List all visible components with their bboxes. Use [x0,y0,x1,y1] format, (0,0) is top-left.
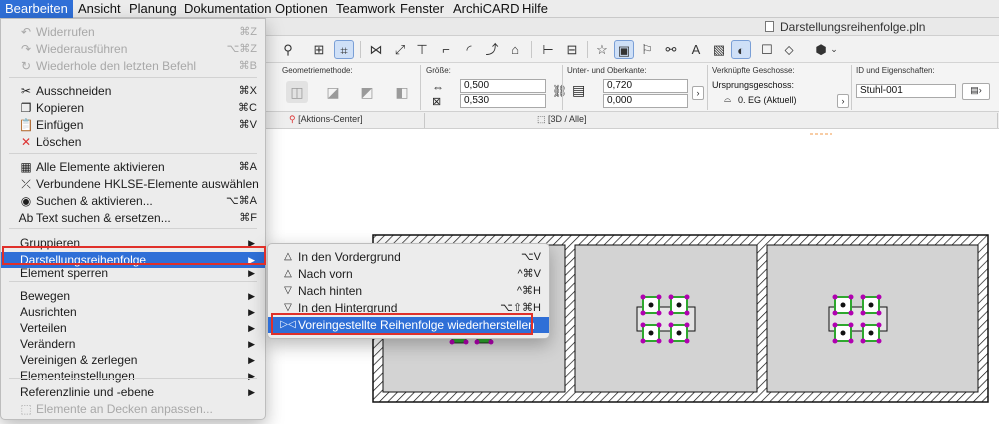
menu-item-einfügen[interactable]: 📋 Einfügen ⌘V [1,117,265,133]
submenu-item-in-den-vordergrund[interactable]: △ In den Vordergrund ⌥V [268,249,549,265]
menu-item-label: Wiederhole den letzten Befehl [36,59,197,73]
menu-item-shortcut: ⌘F [239,212,257,224]
menu-item-label: Referenzlinie und -ebene [20,385,155,399]
menu-item-label: Elementeinstellungen [20,369,135,383]
menu-item-widerrufen[interactable]: ↶ Widerrufen ⌘Z [1,24,265,40]
submenu-arrow-icon: ▶ [248,371,255,381]
submenu-item-shortcut: ^⌘H [516,285,541,297]
submenu-arrow-icon: ▶ [248,355,255,365]
menu-item-label: Kopieren [36,101,85,115]
submenu-item-label: In den Vordergrund [298,250,401,264]
menu-item-label: Löschen [36,135,82,149]
menu-item-label: Suchen & aktivieren... [36,194,153,208]
copy-icon: ❐ [20,101,32,115]
menu-item-label: Bewegen [20,289,71,303]
submenu-arrow-icon: ▶ [248,291,255,301]
menu-item-ausrichten[interactable]: Ausrichten ▶ [1,304,265,320]
menu-item-shortcut: ⌘Z [239,26,257,38]
bring-to-front-icon: △ [284,251,292,262]
menu-item-löschen[interactable]: ✕ Löschen [1,134,265,150]
submenu-arrow-icon: ▶ [248,339,255,349]
find-select-icon: ◉ [20,194,32,208]
submenu-arrow-icon: ▶ [248,307,255,317]
menu-item-label: Verändern [20,337,76,351]
menu-item-label: Einfügen [36,118,84,132]
repeat-icon: ↻ [20,59,32,73]
menu-item-shortcut: ⌘X [238,85,257,97]
edit-menu-dropdown: ↶ Widerrufen ⌘Z ↷ Wiederausführen ⌥⌘Z ↻ Wiederh… [0,18,266,420]
paste-icon: 📋 [18,118,34,132]
annotation-highlight-display-order [2,246,266,265]
menu-item-text-suchen-ersetzen[interactable]: Ab Text suchen & ersetzen... ⌘F [1,210,265,226]
menu-separator [9,153,257,154]
submenu-item-nach-hinten[interactable]: ▽ Nach hinten ^⌘H [268,283,549,299]
submenu-item-nach-vorn[interactable]: △ Nach vorn ^⌘V [268,266,549,282]
undo-icon: ↶ [20,25,32,39]
menu-item-kopieren[interactable]: ❐ Kopieren ⌘C [1,100,265,116]
menu-item-label: Elemente an Decken anpassen... [36,402,213,416]
menu-item-shortcut: ⌘V [238,119,257,131]
menu-item-label: Text suchen & ersetzen... [36,211,171,225]
menu-item-label: Ausschneiden [36,84,112,98]
menu-item-elementeinstellungen[interactable]: Elementeinstellungen ▶ [1,368,265,384]
menu-item-elemente-an-decken-anpassen[interactable]: ⬚ Elemente an Decken anpassen... [1,401,265,417]
menu-item-suchen-aktivieren[interactable]: ◉ Suchen & aktivieren... ⌥⌘A [1,193,265,209]
menu-item-bewegen[interactable]: Bewegen ▶ [1,288,265,304]
menu-item-label: Verbundene HKLSE-Elemente auswählen [36,177,259,191]
submenu-arrow-icon: ▶ [248,323,255,333]
submenu-item-shortcut: ^⌘V [517,268,542,280]
menu-item-label: Vereinigen & zerlegen [20,353,138,367]
delete-icon: ✕ [20,135,32,149]
menu-item-label: Widerrufen [36,25,95,39]
menu-item-ausschneiden[interactable]: ✂ Ausschneiden ⌘X [1,83,265,99]
menu-separator [9,378,257,379]
menu-item-label: Verteilen [20,321,67,335]
menu-item-shortcut: ⌘A [238,161,257,173]
bring-forward-icon: △ [284,268,292,279]
menu-item-shortcut: ⌘B [238,60,257,72]
menu-item-wiederhole-den-letzten-befehl[interactable]: ↻ Wiederhole den letzten Befehl ⌘B [1,58,265,74]
submenu-item-label: Nach vorn [298,267,353,281]
menu-item-label: Wiederausführen [36,42,128,56]
menu-item-element-sperren[interactable]: Element sperren ▶ [1,265,265,281]
menu-item-wiederausführen[interactable]: ↷ Wiederausführen ⌥⌘Z [1,41,265,57]
submenu-arrow-icon: ▶ [248,268,255,278]
menu-item-label: Ausrichten [20,305,77,319]
menu-item-verbundene-hklse-elemente-auswählen[interactable]: ⤫ Verbundene HKLSE-Elemente auswählen [1,176,265,192]
menu-item-verteilen[interactable]: Verteilen ▶ [1,320,265,336]
submenu-arrow-icon: ▶ [248,387,255,397]
menu-item-shortcut: ⌘C [238,102,257,114]
annotation-highlight-reset-order [271,313,533,335]
menu-separator [9,281,257,282]
select-all-icon: ▦ [20,160,32,174]
menu-separator [9,228,257,229]
menu-item-alle-elemente-aktivieren[interactable]: ▦ Alle Elemente aktivieren ⌘A [1,159,265,175]
find-replace-icon: Ab [18,211,34,225]
fit-slab-icon: ⬚ [20,402,32,416]
menu-separator [9,77,257,78]
menu-item-vereinigen-zerlegen[interactable]: Vereinigen & zerlegen ▶ [1,352,265,368]
menu-item-shortcut: ⌥⌘A [225,195,257,207]
menu-item-referenzlinie-und-ebene[interactable]: Referenzlinie und -ebene ▶ [1,384,265,400]
scissors-icon: ✂ [20,84,32,98]
submenu-item-shortcut: ⌥V [520,251,541,263]
submenu-item-label: Nach hinten [298,284,363,298]
redo-icon: ↷ [20,42,32,56]
menu-item-shortcut: ⌥⌘Z [226,43,257,55]
send-backward-icon: ▽ [284,285,292,296]
menu-item-label: Element sperren [20,266,109,280]
mep-select-icon: ⤫ [21,177,31,191]
menu-item-label: Alle Elemente aktivieren [36,160,165,174]
menu-item-verändern[interactable]: Verändern ▶ [1,336,265,352]
